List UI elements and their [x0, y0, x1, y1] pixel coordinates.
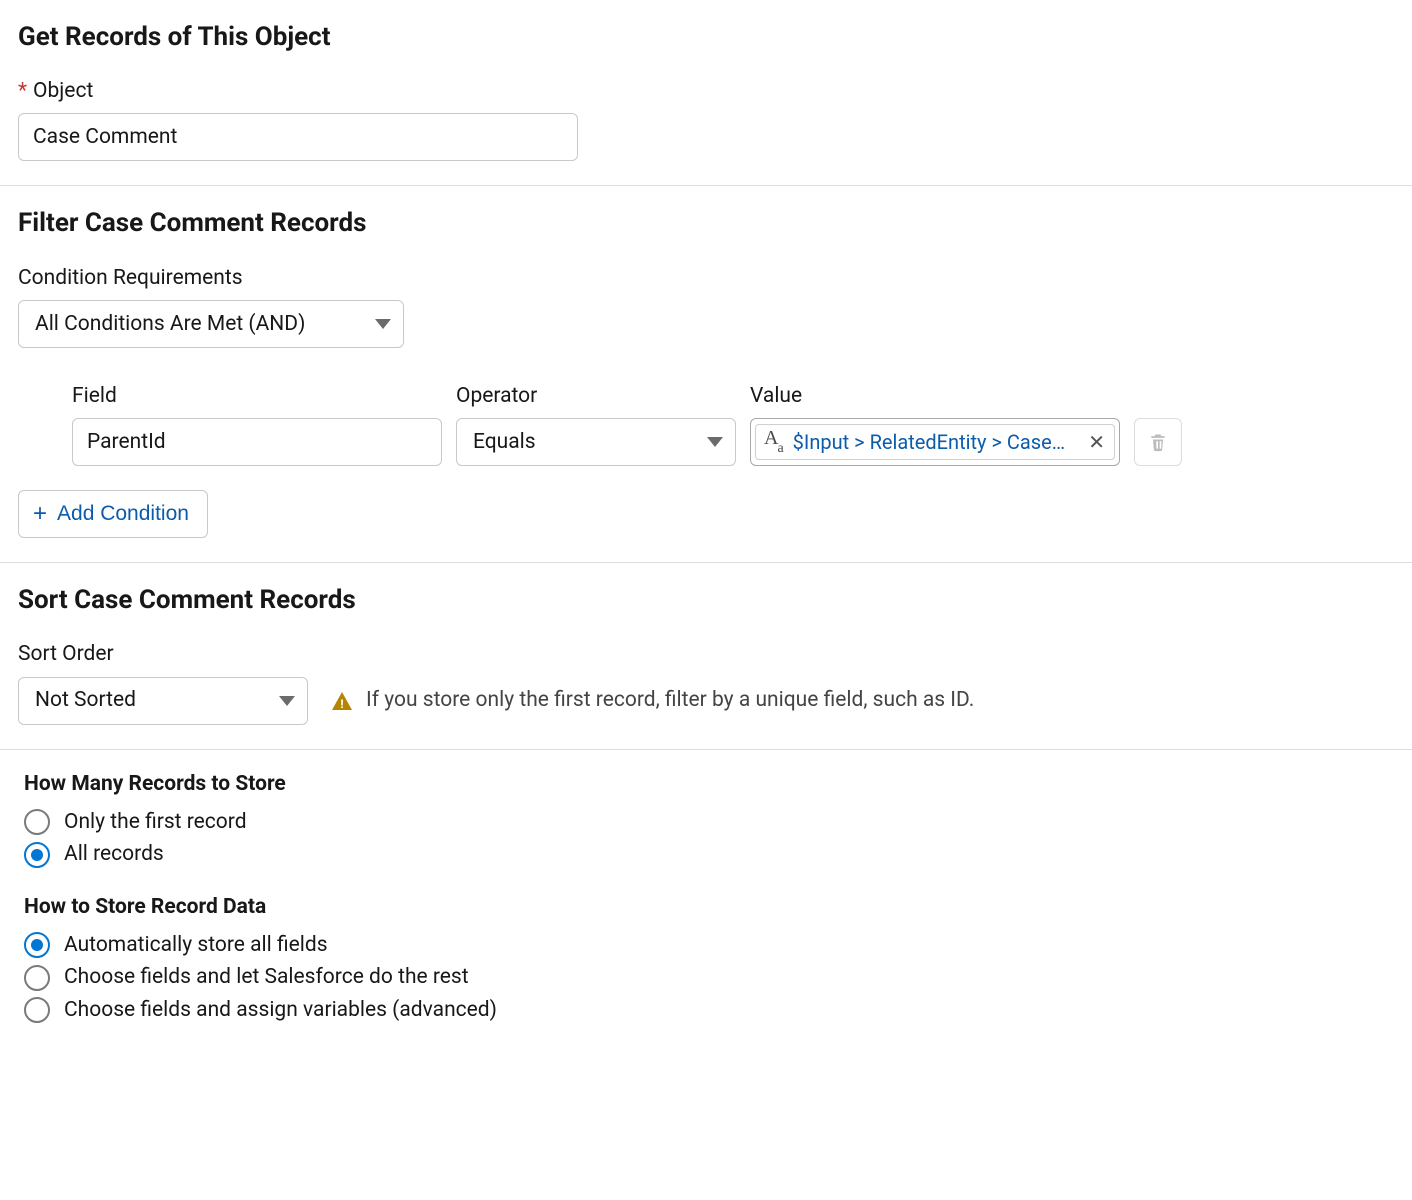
- condition-requirements-value: All Conditions Are Met (AND): [35, 310, 305, 338]
- radio-option[interactable]: Choose fields and let Salesforce do the …: [24, 963, 1394, 991]
- add-condition-label: Add Condition: [57, 502, 189, 526]
- required-asterisk: *: [18, 79, 27, 103]
- radio-icon: [24, 932, 50, 958]
- chevron-down-icon: [279, 696, 295, 706]
- radio-label: All records: [64, 840, 164, 868]
- trash-icon: [1148, 431, 1168, 453]
- store-options-section: How Many Records to Store Only the first…: [0, 750, 1412, 1052]
- get-records-title: Get Records of This Object: [18, 20, 1394, 55]
- condition-operator-label: Operator: [456, 382, 736, 410]
- radio-icon: [24, 842, 50, 868]
- condition-operator-select[interactable]: Equals: [456, 418, 736, 466]
- store-count-title: How Many Records to Store: [24, 770, 1394, 798]
- sort-section: Sort Case Comment Records Sort Order Not…: [0, 563, 1412, 748]
- condition-value-label: Value: [750, 382, 1120, 410]
- radio-option[interactable]: Only the first record: [24, 808, 1394, 836]
- close-icon[interactable]: ✕: [1087, 432, 1106, 452]
- sort-order-value: Not Sorted: [35, 686, 136, 714]
- condition-field-label: Field: [72, 382, 442, 410]
- store-mode-title: How to Store Record Data: [24, 893, 1394, 921]
- object-label: *Object: [18, 77, 1394, 105]
- radio-option[interactable]: Choose fields and assign variables (adva…: [24, 996, 1394, 1024]
- chevron-down-icon: [375, 319, 391, 329]
- delete-condition-button[interactable]: [1134, 418, 1182, 466]
- radio-label: Automatically store all fields: [64, 931, 328, 959]
- filter-title: Filter Case Comment Records: [18, 206, 1394, 241]
- get-records-section: Get Records of This Object *Object Case …: [0, 0, 1412, 185]
- condition-field-input[interactable]: ParentId: [72, 418, 442, 466]
- add-condition-button[interactable]: + Add Condition: [18, 490, 208, 538]
- radio-icon: [24, 809, 50, 835]
- sort-hint: If you store only the first record, filt…: [332, 686, 974, 714]
- radio-label: Only the first record: [64, 808, 247, 836]
- sort-order-label: Sort Order: [18, 640, 1394, 668]
- condition-operator-value: Equals: [473, 428, 536, 456]
- condition-requirements-label: Condition Requirements: [18, 264, 1394, 292]
- object-input[interactable]: Case Comment: [18, 113, 578, 161]
- condition-value-input[interactable]: Aa $Input > RelatedEntity > Case… ✕: [750, 418, 1120, 466]
- warning-icon: [332, 692, 352, 710]
- sort-order-select[interactable]: Not Sorted: [18, 677, 308, 725]
- radio-icon: [24, 965, 50, 991]
- radio-option[interactable]: Automatically store all fields: [24, 931, 1394, 959]
- text-type-icon: Aa: [764, 428, 785, 453]
- condition-value-token[interactable]: Aa $Input > RelatedEntity > Case… ✕: [755, 424, 1115, 460]
- radio-label: Choose fields and assign variables (adva…: [64, 996, 497, 1024]
- condition-value-token-text: $Input > RelatedEntity > Case…: [793, 429, 1080, 456]
- condition-field-value: ParentId: [87, 428, 166, 456]
- filter-section: Filter Case Comment Records Condition Re…: [0, 186, 1412, 562]
- sort-hint-text: If you store only the first record, filt…: [366, 686, 974, 714]
- radio-label: Choose fields and let Salesforce do the …: [64, 963, 469, 991]
- object-input-value: Case Comment: [33, 123, 177, 151]
- plus-icon: +: [33, 502, 47, 526]
- radio-option[interactable]: All records: [24, 840, 1394, 868]
- radio-icon: [24, 997, 50, 1023]
- condition-row: Field ParentId Operator Equals Value Aa …: [18, 382, 1394, 466]
- chevron-down-icon: [707, 437, 723, 447]
- sort-title: Sort Case Comment Records: [18, 583, 1394, 618]
- condition-requirements-select[interactable]: All Conditions Are Met (AND): [18, 300, 404, 348]
